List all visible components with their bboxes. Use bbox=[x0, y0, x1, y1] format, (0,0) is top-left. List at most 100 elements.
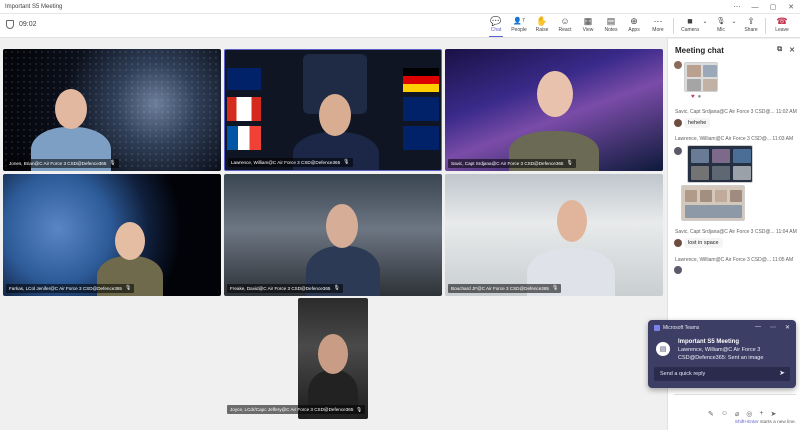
window-close-icon[interactable]: ✕ bbox=[782, 0, 800, 14]
hint-key: Shift+Enter bbox=[734, 420, 759, 425]
message-sender: Savic, Capt Srdjana@C Air Force 3 CSD@..… bbox=[675, 109, 775, 115]
view-button[interactable]: ▦ View bbox=[580, 16, 596, 36]
emoji-icon[interactable]: ☺ bbox=[721, 410, 728, 418]
avatar bbox=[674, 239, 682, 247]
flag-france bbox=[227, 126, 261, 150]
toolbar-separator bbox=[765, 18, 766, 34]
hint-text: starts a new line. bbox=[758, 420, 796, 425]
chat-button-label: Chat bbox=[490, 27, 502, 33]
participant-name: Farkas, LCol Jenifer@C Air Force 3 CSD@D… bbox=[9, 286, 122, 291]
people-button[interactable]: 👤 7 People bbox=[510, 16, 528, 36]
mic-icon: 🎙 bbox=[343, 159, 350, 165]
message-header: Lawrence, William@C Air Force 3 CSD@... … bbox=[675, 257, 793, 263]
more-button[interactable]: ⋯ More bbox=[649, 16, 667, 36]
calendar-icon: ▤ bbox=[656, 342, 670, 356]
thumbnail-cell bbox=[685, 205, 742, 218]
mic-options-button[interactable]: ⌄ bbox=[730, 16, 738, 36]
thumbnail-cell bbox=[733, 149, 751, 163]
message-header: Savic, Capt Srdjana@C Air Force 3 CSD@..… bbox=[675, 109, 797, 115]
attach-icon[interactable]: ⌀ bbox=[735, 410, 739, 418]
more-icon[interactable]: ⋯ bbox=[770, 324, 776, 331]
participant-nametag: Freake, David@C Air Force 3 CSD@Defence3… bbox=[227, 284, 343, 293]
message-bubble[interactable]: hehehe bbox=[684, 118, 711, 128]
participant-video bbox=[326, 204, 358, 248]
avatar bbox=[674, 61, 682, 69]
thumbnail-cell bbox=[703, 79, 717, 91]
leave-button[interactable]: ☎ Leave bbox=[772, 16, 792, 36]
hand-icon: ✋ bbox=[536, 16, 548, 26]
toast-controls: — ⋯ ✕ bbox=[755, 324, 790, 331]
video-tile-speaking[interactable]: Lawrence, William@C Air Force 3 CSD@Defe… bbox=[224, 49, 442, 171]
send-icon[interactable]: ➤ bbox=[779, 367, 785, 381]
mic-icon: 🎙 bbox=[109, 160, 116, 166]
participant-name: Jones, Brian@C Air Force 3 CSD@Defence36… bbox=[9, 161, 107, 166]
thumbnail-cell bbox=[691, 166, 709, 180]
react-button[interactable]: ☺ React bbox=[557, 16, 573, 36]
close-icon[interactable]: ✕ bbox=[789, 46, 795, 54]
minimize-icon[interactable]: — bbox=[755, 324, 761, 331]
apps-button-label: Apps bbox=[628, 27, 640, 33]
participant-video bbox=[318, 334, 348, 374]
loop-icon[interactable]: ◎ bbox=[746, 410, 752, 418]
chat-image-thumbnail[interactable] bbox=[681, 185, 745, 221]
window-more-icon[interactable]: ⋯ bbox=[728, 0, 746, 14]
thumbnail-cell bbox=[715, 190, 727, 202]
message-bubble[interactable]: lost in space bbox=[684, 238, 723, 248]
react-button-label: React bbox=[558, 27, 572, 33]
chat-compose-box[interactable]: ✎ ☺ ⌀ ◎ + ➤ bbox=[674, 394, 796, 422]
message-reactions[interactable]: ♥ ● bbox=[691, 94, 701, 100]
chat-image-thumbnail[interactable] bbox=[684, 62, 718, 92]
thumbnail-cell bbox=[733, 166, 751, 180]
participant-video bbox=[319, 94, 351, 136]
mic-icon: 🎙 bbox=[333, 285, 340, 291]
video-tile[interactable]: Freake, David@C Air Force 3 CSD@Defence3… bbox=[224, 174, 442, 296]
send-icon[interactable]: ➤ bbox=[770, 410, 776, 418]
apps-button[interactable]: ⊕ Apps bbox=[626, 16, 642, 36]
thumbnail-cell bbox=[687, 79, 701, 91]
flag-germany bbox=[403, 68, 439, 92]
mic-icon: 🎙 bbox=[356, 407, 363, 412]
participant-video bbox=[55, 89, 87, 129]
participant-video bbox=[557, 200, 587, 242]
pop-out-icon[interactable]: ⧉ bbox=[777, 46, 782, 54]
compose-toolbar: ✎ ☺ ⌀ ◎ + ➤ bbox=[708, 410, 776, 418]
message-time: 11:03 AM bbox=[772, 136, 794, 142]
thumbnail-cell bbox=[712, 166, 730, 180]
quick-reply-input[interactable]: Send a quick reply ➤ bbox=[654, 367, 790, 381]
add-icon[interactable]: + bbox=[759, 410, 763, 418]
thumbnail-cell bbox=[712, 149, 730, 163]
window-controls: ⋯ — ▢ ✕ bbox=[728, 0, 800, 14]
chat-button[interactable]: 💬 Chat bbox=[488, 16, 504, 37]
video-tile[interactable]: Savic, Capt Srdjana@C Air Force 3 CSD@De… bbox=[445, 49, 663, 171]
video-tile[interactable] bbox=[298, 298, 368, 419]
toast-app-name: Microsoft Teams bbox=[663, 325, 700, 331]
mic-off-icon: 🎙 bbox=[716, 18, 726, 25]
video-tile[interactable]: Jones, Brian@C Air Force 3 CSD@Defence36… bbox=[3, 49, 221, 171]
thumbnail-cell bbox=[700, 190, 712, 202]
video-tile[interactable]: Farkas, LCol Jenifer@C Air Force 3 CSD@D… bbox=[3, 174, 221, 296]
participant-nametag: Farkas, LCol Jenifer@C Air Force 3 CSD@D… bbox=[6, 284, 135, 293]
participant-nametag: Lawrence, William@C Air Force 3 CSD@Defe… bbox=[228, 158, 353, 167]
mic-button-label: Mic bbox=[717, 27, 725, 33]
people-button-label: People bbox=[511, 27, 527, 33]
avatar bbox=[674, 119, 682, 127]
camera-options-button[interactable]: ⌄ bbox=[701, 16, 709, 36]
chat-image-thumbnail[interactable] bbox=[687, 145, 753, 183]
chat-header: Meeting chat ⧉ ✕ bbox=[668, 39, 800, 61]
video-stage: Jones, Brian@C Air Force 3 CSD@Defence36… bbox=[0, 39, 667, 430]
phone-hangup-icon: ☎ bbox=[776, 16, 788, 26]
format-icon[interactable]: ✎ bbox=[708, 410, 714, 418]
window-minimize-icon[interactable]: — bbox=[746, 0, 764, 14]
close-icon[interactable]: ✕ bbox=[785, 324, 790, 331]
notification-toast[interactable]: Microsoft Teams — ⋯ ✕ ▤ Important S5 Mee… bbox=[648, 320, 796, 388]
chevron-down-icon: ⌄ bbox=[702, 18, 708, 25]
mic-icon: 🎙 bbox=[551, 285, 559, 291]
more-icon: ⋯ bbox=[653, 16, 663, 26]
share-button[interactable]: ⇪ Share bbox=[742, 16, 760, 36]
message-header: Lawrence, William@C Air Force 3 CSD@... … bbox=[675, 136, 793, 142]
raise-hand-button[interactable]: ✋ Raise bbox=[534, 16, 550, 36]
notes-button[interactable]: ▤ Notes bbox=[603, 16, 619, 36]
window-maximize-icon[interactable]: ▢ bbox=[764, 0, 782, 14]
thumbnail-cell bbox=[691, 149, 709, 163]
video-tile[interactable]: Bouchard JF@C Air Force 3 CSD@Defence365… bbox=[445, 174, 663, 296]
